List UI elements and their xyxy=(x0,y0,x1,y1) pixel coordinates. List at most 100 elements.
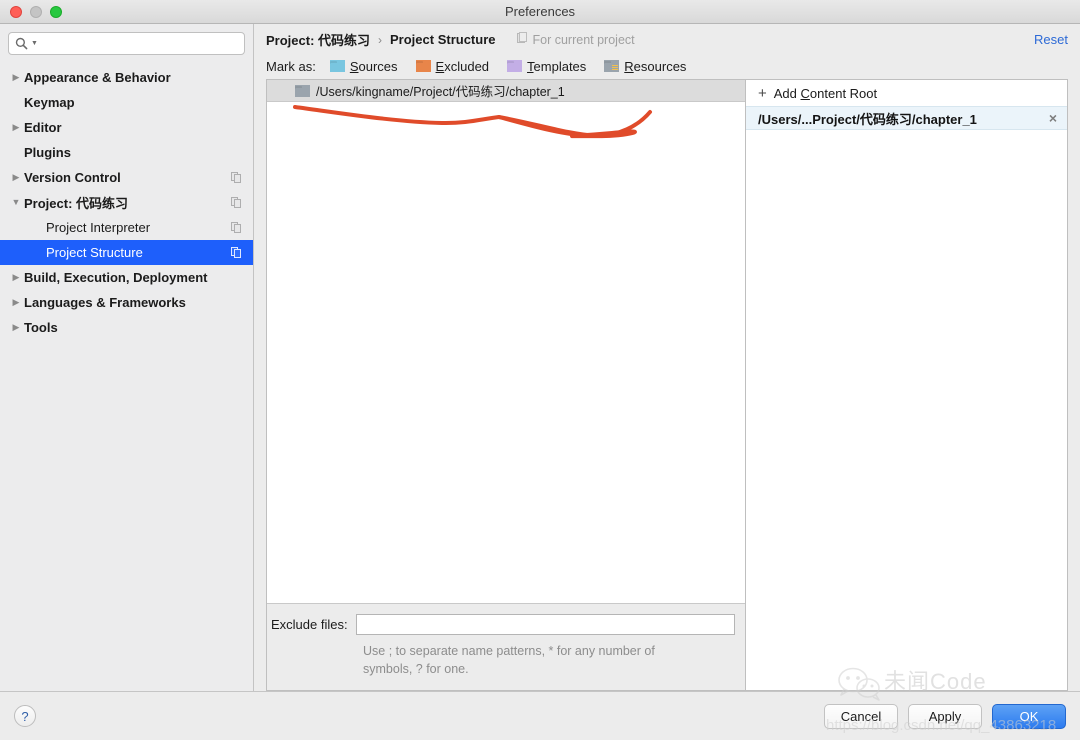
sidebar-item-tools[interactable]: ▶ Tools xyxy=(0,315,253,340)
content-roots-list-pane: + Add Content Root /Users/...Project/代码练… xyxy=(746,79,1068,691)
exclude-files-input[interactable] xyxy=(355,613,735,635)
folder-sources-icon xyxy=(329,60,345,72)
mark-as-option-label: Resources xyxy=(624,59,686,74)
sidebar-item-editor[interactable]: ▶ Editor xyxy=(0,115,253,140)
mark-as-options: Sources Excluded Templates Resources xyxy=(329,59,705,74)
sidebar-item-project-interpreter[interactable]: Project Interpreter xyxy=(0,215,253,240)
folder-icon xyxy=(295,84,310,97)
add-content-root-button[interactable]: + Add Content Root xyxy=(746,80,1067,106)
mark-as-ources-button[interactable]: Sources xyxy=(329,59,398,74)
mark-as-option-label: Sources xyxy=(350,59,398,74)
mark-as-esources-button[interactable]: Resources xyxy=(604,59,686,74)
sidebar-item-label: Project Structure xyxy=(46,245,143,260)
breadcrumb-parent[interactable]: Project: 代码练习 xyxy=(266,30,370,49)
mark-as-post: emplates xyxy=(533,58,587,74)
sidebar-item-version-control[interactable]: ▶ Version Control xyxy=(0,165,253,190)
search-input[interactable] xyxy=(40,36,238,51)
mark-as-option-label: Templates xyxy=(527,59,586,74)
dialog-body: ▼ ▶ Appearance & Behavior Keymap ▶ Editor Plu… xyxy=(0,24,1080,691)
chevron-down-icon[interactable]: ▼ xyxy=(8,198,24,207)
mark-as-mnemonic: E xyxy=(435,58,445,74)
plus-icon: + xyxy=(758,84,767,102)
exclude-files-label: Exclude files: xyxy=(271,616,348,632)
exclude-files-section: Exclude files: Use ; to separate name pa… xyxy=(267,602,745,690)
structure-panes: /Users/kingname/Project/代码练习/chapter_1 E… xyxy=(254,79,1080,691)
mark-as-xcluded-button[interactable]: Excluded xyxy=(415,59,489,74)
sidebar-item-project[interactable]: ▼ Project: 代码练习 xyxy=(0,190,253,215)
help-button[interactable]: ? xyxy=(14,705,36,727)
sidebar-item-keymap[interactable]: Keymap xyxy=(0,90,253,115)
search-box[interactable]: ▼ xyxy=(8,32,245,55)
sidebar-item-build-execution-deployment[interactable]: ▶ Build, Execution, Deployment xyxy=(0,265,253,290)
chevron-right-icon[interactable]: ▶ xyxy=(8,173,24,182)
content-root-list: /Users/...Project/代码练习/chapter_1 × xyxy=(746,106,1067,130)
sidebar-item-appearance-behavior[interactable]: ▶ Appearance & Behavior xyxy=(0,65,253,90)
mark-as-post: ources xyxy=(358,58,398,74)
exclude-hint-line-1: Use ; to separate name patterns, * for a… xyxy=(363,643,655,658)
breadcrumb-separator-icon: › xyxy=(378,32,383,47)
folder-excluded-icon xyxy=(415,60,431,72)
sidebar-search-wrap: ▼ xyxy=(0,32,253,63)
content-root-item-path: /Users/...Project/代码练习/chapter_1 xyxy=(758,111,977,127)
chevron-right-icon[interactable]: ▶ xyxy=(8,298,24,307)
dialog-footer: ? Cancel Apply OK 未闻Code https://blog.cs… xyxy=(0,667,1080,740)
mark-as-toolbar: Mark as: Sources Excluded Templates Resourc… xyxy=(254,53,1080,79)
add-content-root-label: Add Content Root xyxy=(774,86,877,101)
chevron-right-icon[interactable]: ▶ xyxy=(8,123,24,132)
footer-button-group: Cancel Apply OK xyxy=(824,703,1066,729)
cancel-button[interactable]: Cancel xyxy=(824,703,898,729)
zoom-button[interactable] xyxy=(50,5,62,18)
settings-tree: ▶ Appearance & Behavior Keymap ▶ Editor Plugi… xyxy=(0,63,253,340)
content-root-detail-pane: /Users/kingname/Project/代码练习/chapter_1 E… xyxy=(266,79,746,691)
ok-button[interactable]: OK xyxy=(992,703,1066,729)
mark-as-option-label: Excluded xyxy=(436,59,489,74)
mark-as-mnemonic: S xyxy=(349,58,359,74)
close-icon[interactable]: × xyxy=(1049,111,1057,125)
search-dropdown-arrow-icon[interactable]: ▼ xyxy=(31,40,38,47)
window-title: Preferences xyxy=(504,4,576,19)
sidebar-item-label: Version Control xyxy=(24,170,121,185)
reset-link[interactable]: Reset xyxy=(1034,32,1068,47)
project-scope-icon xyxy=(516,32,528,47)
settings-content: Project: 代码练习 › Project Structure For cu… xyxy=(254,24,1080,691)
exclude-hint-line-2: symbols, ? for one. xyxy=(363,661,469,676)
sidebar-item-label: Editor xyxy=(24,120,62,135)
folder-tree-area[interactable] xyxy=(267,102,745,603)
content-root-header-row[interactable]: /Users/kingname/Project/代码练习/chapter_1 xyxy=(267,80,745,102)
exclude-files-row: Exclude files: xyxy=(271,613,735,635)
apply-button[interactable]: Apply xyxy=(908,703,982,729)
content-root-path-label: /Users/kingname/Project/代码练习/chapter_1 xyxy=(316,85,565,99)
add-content-root-pre: Add xyxy=(773,85,801,101)
mark-as-mnemonic: R xyxy=(624,58,634,74)
sidebar-item-label: Keymap xyxy=(24,95,75,110)
for-current-project-label: For current project xyxy=(532,32,635,47)
sidebar-item-label: Tools xyxy=(24,320,58,335)
sidebar-item-project-structure[interactable]: Project Structure xyxy=(0,240,253,265)
window-titlebar: Preferences xyxy=(0,0,1080,24)
chevron-right-icon[interactable]: ▶ xyxy=(8,73,24,82)
sidebar-item-label: Languages & Frameworks xyxy=(24,295,186,310)
settings-sidebar: ▼ ▶ Appearance & Behavior Keymap ▶ Editor Plu… xyxy=(0,24,254,691)
mark-as-emplates-button[interactable]: Templates xyxy=(507,59,586,74)
sidebar-item-label: Build, Execution, Deployment xyxy=(24,270,208,285)
chevron-right-icon[interactable]: ▶ xyxy=(8,273,24,282)
exclude-files-hint: Use ; to separate name patterns, * for a… xyxy=(363,642,733,678)
add-content-root-mnemonic: C xyxy=(800,85,810,101)
sidebar-item-label: Project Interpreter xyxy=(46,220,151,235)
minimize-button[interactable] xyxy=(30,5,42,18)
project-scope-icon xyxy=(231,171,243,184)
folder-templates-icon xyxy=(507,60,523,72)
breadcrumb: Project: 代码练习 › Project Structure For cu… xyxy=(254,26,1080,53)
breadcrumb-current: Project Structure xyxy=(390,32,496,47)
sidebar-item-label: Plugins xyxy=(24,145,71,160)
sidebar-item-languages-frameworks[interactable]: ▶ Languages & Frameworks xyxy=(0,290,253,315)
close-button[interactable] xyxy=(10,5,22,18)
sidebar-item-plugins[interactable]: Plugins xyxy=(0,140,253,165)
chevron-right-icon[interactable]: ▶ xyxy=(8,323,24,332)
sidebar-item-label: Project: 代码练习 xyxy=(24,196,129,211)
folder-resources-icon xyxy=(604,60,620,72)
traffic-light-group xyxy=(0,5,62,18)
content-root-list-item[interactable]: /Users/...Project/代码练习/chapter_1 × xyxy=(746,106,1067,130)
for-current-project-note: For current project xyxy=(516,32,635,47)
project-scope-icon xyxy=(231,221,243,234)
